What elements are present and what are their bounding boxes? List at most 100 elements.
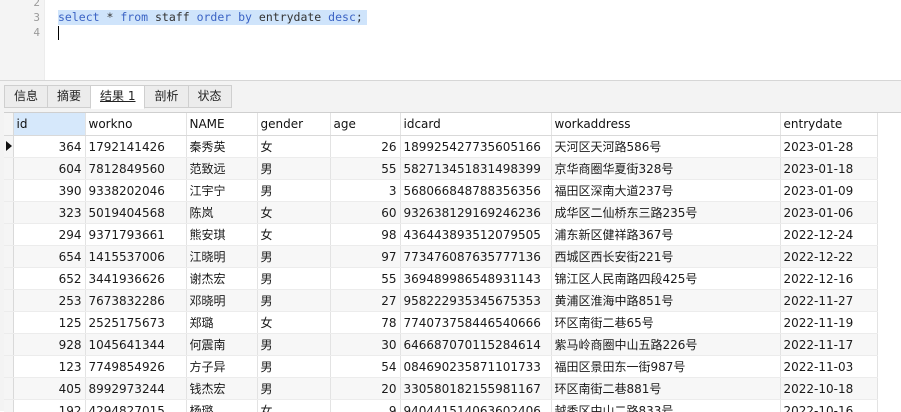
cell-entrydate[interactable]: 2022-10-16 [780, 400, 877, 412]
cell-gender[interactable]: 女 [257, 136, 330, 158]
row-selector[interactable] [4, 136, 13, 158]
cell-age[interactable]: 78 [330, 312, 400, 334]
cell-id[interactable]: 652 [13, 268, 85, 290]
cell-name[interactable]: 谢杰宏 [186, 268, 257, 290]
cell-workaddress[interactable]: 京华商圈华夏街328号 [551, 158, 780, 180]
cell-idcard[interactable]: 189925427735605166 [400, 136, 551, 158]
cell-idcard[interactable]: 940441514063602406 [400, 400, 551, 412]
cell-idcard[interactable]: 369489986548931143 [400, 268, 551, 290]
cell-name[interactable]: 杨璐 [186, 400, 257, 412]
cell-idcard[interactable]: 773476087635777136 [400, 246, 551, 268]
cell-gender[interactable]: 男 [257, 378, 330, 400]
table-row[interactable]: 6523441936626谢杰宏男55369489986548931143锦江区… [4, 268, 877, 290]
row-selector[interactable] [4, 224, 13, 246]
cell-id[interactable]: 604 [13, 158, 85, 180]
cell-id[interactable]: 323 [13, 202, 85, 224]
cell-age[interactable]: 55 [330, 158, 400, 180]
cell-name[interactable]: 钱杰宏 [186, 378, 257, 400]
column-header-id[interactable]: id [13, 113, 85, 136]
column-header-workno[interactable]: workno [85, 113, 186, 136]
cell-gender[interactable]: 女 [257, 400, 330, 412]
cell-workaddress[interactable]: 西城区西长安街221号 [551, 246, 780, 268]
cell-workaddress[interactable]: 环区南街二巷881号 [551, 378, 780, 400]
column-header-name[interactable]: NAME [186, 113, 257, 136]
cell-idcard[interactable]: 774073758446540666 [400, 312, 551, 334]
cell-workno[interactable]: 1045641344 [85, 334, 186, 356]
cell-gender[interactable]: 女 [257, 202, 330, 224]
cell-name[interactable]: 范致远 [186, 158, 257, 180]
cell-id[interactable]: 125 [13, 312, 85, 334]
cell-age[interactable]: 98 [330, 224, 400, 246]
cell-gender[interactable]: 男 [257, 158, 330, 180]
cell-gender[interactable]: 男 [257, 268, 330, 290]
cell-workno[interactable]: 5019404568 [85, 202, 186, 224]
cell-workaddress[interactable]: 黄浦区淮海中路851号 [551, 290, 780, 312]
cell-idcard[interactable]: 932638129169246236 [400, 202, 551, 224]
cell-entrydate[interactable]: 2022-11-17 [780, 334, 877, 356]
tab-profile[interactable]: 剖析 [144, 85, 188, 108]
cell-name[interactable]: 方子异 [186, 356, 257, 378]
cell-age[interactable]: 97 [330, 246, 400, 268]
column-header-age[interactable]: age [330, 113, 400, 136]
cell-id[interactable]: 928 [13, 334, 85, 356]
cell-name[interactable]: 秦秀英 [186, 136, 257, 158]
cell-id[interactable]: 364 [13, 136, 85, 158]
cell-id[interactable]: 123 [13, 356, 85, 378]
cell-workno[interactable]: 2525175673 [85, 312, 186, 334]
cell-name[interactable]: 陈岚 [186, 202, 257, 224]
cell-idcard[interactable]: 568066848788356356 [400, 180, 551, 202]
cell-idcard[interactable]: 084690235871101733 [400, 356, 551, 378]
cell-workaddress[interactable]: 浦东新区健祥路367号 [551, 224, 780, 246]
cell-idcard[interactable]: 582713451831498399 [400, 158, 551, 180]
cell-entrydate[interactable]: 2022-12-24 [780, 224, 877, 246]
sql-editor[interactable]: 2 3 4 select * from staff order by entry… [0, 0, 901, 80]
cell-id[interactable]: 192 [13, 400, 85, 412]
cell-gender[interactable]: 男 [257, 356, 330, 378]
cell-entrydate[interactable]: 2022-12-16 [780, 268, 877, 290]
table-row[interactable]: 3235019404568陈岚女60932638129169246236成华区二… [4, 202, 877, 224]
cell-age[interactable]: 20 [330, 378, 400, 400]
cell-age[interactable]: 55 [330, 268, 400, 290]
cell-workno[interactable]: 9371793661 [85, 224, 186, 246]
table-row[interactable]: 1237749854926方子异男54084690235871101733福田区… [4, 356, 877, 378]
cell-entrydate[interactable]: 2023-01-06 [780, 202, 877, 224]
cell-workno[interactable]: 3441936626 [85, 268, 186, 290]
cell-gender[interactable]: 男 [257, 290, 330, 312]
cell-workaddress[interactable]: 福田区景田东一街987号 [551, 356, 780, 378]
cell-age[interactable]: 26 [330, 136, 400, 158]
row-selector[interactable] [4, 378, 13, 400]
result-grid[interactable]: id workno NAME gender age idcard workadd… [4, 112, 901, 412]
row-selector[interactable] [4, 158, 13, 180]
row-selector[interactable] [4, 290, 13, 312]
cell-name[interactable]: 江宇宁 [186, 180, 257, 202]
cell-workno[interactable]: 4294827015 [85, 400, 186, 412]
cell-name[interactable]: 郑璐 [186, 312, 257, 334]
row-selector-header[interactable] [4, 113, 13, 136]
column-header-idcard[interactable]: idcard [400, 113, 551, 136]
table-row[interactable]: 4058992973244钱杰宏男20330580182155981167环区南… [4, 378, 877, 400]
sql-statement[interactable]: select * from staff order by entrydate d… [58, 10, 367, 25]
cell-gender[interactable]: 男 [257, 246, 330, 268]
cell-workno[interactable]: 7673832286 [85, 290, 186, 312]
cell-workno[interactable]: 8992973244 [85, 378, 186, 400]
cell-entrydate[interactable]: 2022-11-19 [780, 312, 877, 334]
table-row[interactable]: 2949371793661熊安琪女98436443893512079505浦东新… [4, 224, 877, 246]
row-selector[interactable] [4, 334, 13, 356]
cell-id[interactable]: 390 [13, 180, 85, 202]
cell-age[interactable]: 27 [330, 290, 400, 312]
cell-entrydate[interactable]: 2023-01-28 [780, 136, 877, 158]
tab-summary[interactable]: 摘要 [47, 85, 91, 108]
cell-gender[interactable]: 男 [257, 334, 330, 356]
column-header-gender[interactable]: gender [257, 113, 330, 136]
cell-id[interactable]: 253 [13, 290, 85, 312]
cell-workno[interactable]: 1792141426 [85, 136, 186, 158]
cell-age[interactable]: 60 [330, 202, 400, 224]
column-header-entrydate[interactable]: entrydate [780, 113, 877, 136]
cell-workaddress[interactable]: 环区南街二巷65号 [551, 312, 780, 334]
cell-name[interactable]: 邓晓明 [186, 290, 257, 312]
cell-workaddress[interactable]: 锦江区人民南路四段425号 [551, 268, 780, 290]
row-selector[interactable] [4, 400, 13, 412]
table-row[interactable]: 3909338202046江宇宁男3568066848788356356福田区深… [4, 180, 877, 202]
row-selector[interactable] [4, 356, 13, 378]
row-selector[interactable] [4, 180, 13, 202]
